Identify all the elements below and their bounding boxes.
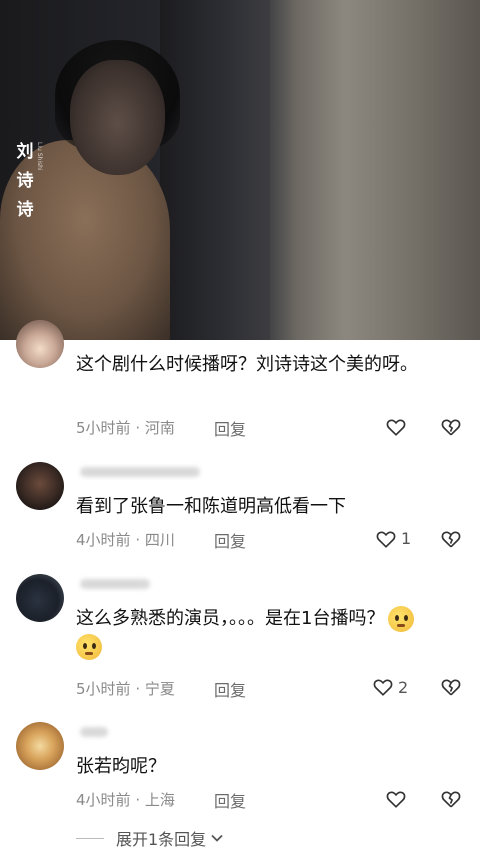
like-count: 2 — [398, 678, 409, 697]
heart-icon[interactable] — [385, 788, 407, 810]
meta-separator: · — [130, 791, 145, 809]
comment-location: 河南 — [144, 419, 175, 437]
comment-location: 上海 — [144, 791, 175, 809]
reply-button[interactable]: 回复 — [214, 528, 246, 552]
like-count: 1 — [401, 529, 412, 548]
comment-text: 看到了张鲁一和陈道明高低看一下 — [76, 496, 346, 517]
broken-heart-icon[interactable] — [440, 788, 462, 810]
avatar[interactable] — [16, 462, 64, 510]
comment-meta: 5小时前 · 宁夏 — [76, 678, 175, 699]
video-door-shadow — [160, 0, 270, 340]
expand-replies-label: 展开1条回复 — [116, 830, 207, 849]
meta-separator: · — [130, 419, 145, 437]
comment-text: 张若昀呢？ — [76, 756, 166, 777]
expand-divider — [76, 837, 104, 839]
thinking-emoji-icon — [388, 606, 415, 632]
avatar[interactable] — [16, 722, 64, 770]
expand-replies-button[interactable]: 展开1条回复 — [76, 826, 224, 850]
video-caption-en: Liu Shishi — [36, 142, 43, 171]
reply-button[interactable]: 回复 — [214, 416, 246, 440]
avatar[interactable] — [16, 320, 64, 368]
comment-meta: 4小时前 · 四川 — [76, 529, 175, 550]
username-blurred — [80, 467, 200, 477]
comment-location: 宁夏 — [144, 680, 175, 698]
comment-location: 四川 — [144, 531, 175, 549]
reply-button[interactable]: 回复 — [214, 677, 246, 701]
comment-time: 4小时前 — [76, 531, 131, 549]
avatar[interactable] — [16, 574, 64, 622]
heart-icon[interactable] — [372, 676, 394, 698]
username-blurred — [80, 579, 150, 589]
meta-separator: · — [130, 680, 145, 698]
comment-text-content: 这么多熟悉的演员，。。。是在1台播吗？ — [76, 608, 385, 629]
video-player[interactable]: 刘诗诗 Liu Shishi — [0, 0, 480, 340]
chevron-down-icon — [211, 834, 223, 842]
broken-heart-icon[interactable] — [440, 676, 462, 698]
video-caption: 刘诗诗 — [16, 142, 34, 220]
reply-button[interactable]: 回复 — [214, 788, 246, 812]
broken-heart-icon[interactable] — [440, 528, 462, 550]
comment-text: 这个剧什么时候播呀？刘诗诗这个美的呀。 — [76, 354, 418, 375]
broken-heart-icon[interactable] — [440, 416, 462, 438]
heart-icon[interactable] — [375, 528, 397, 550]
comment-text: 这么多熟悉的演员，。。。是在1台播吗？ — [76, 605, 471, 661]
comment-time: 4小时前 — [76, 791, 131, 809]
comment-meta: 4小时前 · 上海 — [76, 789, 175, 810]
heart-icon[interactable] — [385, 416, 407, 438]
video-figure-face — [70, 60, 165, 175]
comment-time: 5小时前 — [76, 419, 131, 437]
comment-time: 5小时前 — [76, 680, 131, 698]
thinking-emoji-icon — [76, 634, 102, 660]
username-blurred — [80, 727, 108, 737]
meta-separator: · — [130, 531, 145, 549]
comment-meta: 5小时前 · 河南 — [76, 417, 175, 438]
